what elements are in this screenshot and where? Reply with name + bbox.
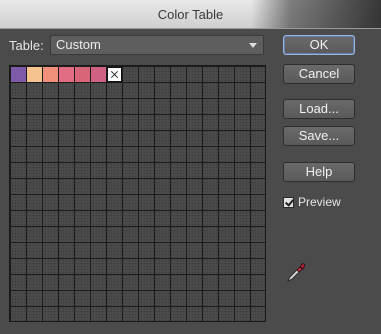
color-table-dialog: Table: Custom OK Cancel Load... Save... …	[0, 29, 381, 334]
title-bar: Color Table	[0, 0, 381, 29]
color-swatch[interactable]	[43, 67, 58, 82]
help-button[interactable]: Help	[283, 162, 355, 182]
color-swatch[interactable]	[11, 67, 26, 82]
table-select[interactable]: Custom	[50, 35, 264, 55]
empty-swatch[interactable]	[107, 67, 122, 82]
color-swatch[interactable]	[91, 67, 106, 82]
save-button[interactable]: Save...	[283, 126, 355, 146]
color-swatch[interactable]	[59, 67, 74, 82]
table-label: Table:	[9, 38, 44, 53]
chevron-down-icon	[249, 43, 257, 48]
ok-button[interactable]: OK	[283, 35, 355, 55]
load-button[interactable]: Load...	[283, 99, 355, 119]
background-strip	[251, 0, 381, 28]
preview-label: Preview	[298, 195, 341, 209]
preview-checkbox[interactable]	[283, 196, 294, 208]
color-swatch[interactable]	[75, 67, 90, 82]
cancel-button[interactable]: Cancel	[283, 64, 355, 84]
color-grid[interactable]	[9, 65, 266, 322]
table-select-value: Custom	[56, 37, 101, 52]
color-swatch[interactable]	[27, 67, 42, 82]
window-title: Color Table	[157, 6, 224, 22]
eyedropper-icon[interactable]	[286, 261, 306, 283]
preview-option[interactable]: Preview	[283, 195, 341, 209]
swatch-row	[11, 67, 123, 82]
